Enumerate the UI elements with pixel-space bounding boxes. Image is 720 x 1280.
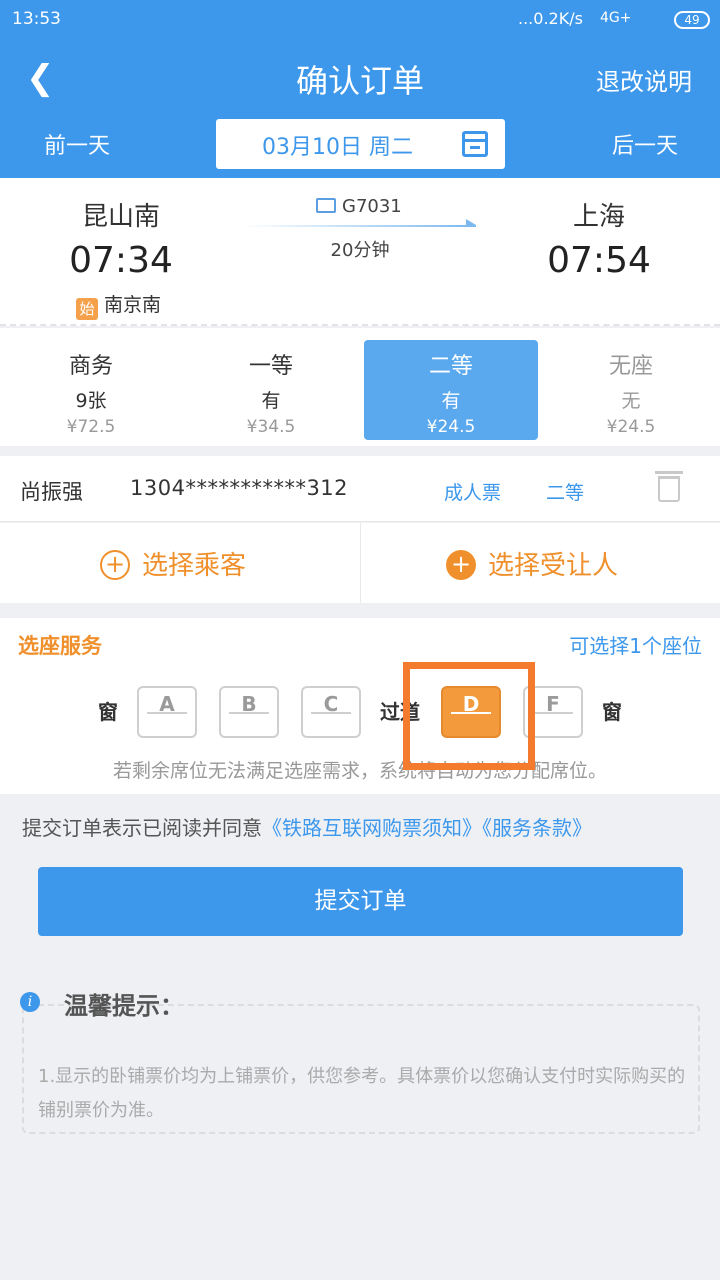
- origin-badge: 始: [76, 298, 98, 320]
- ticket-type-selector[interactable]: 成人票: [444, 478, 501, 505]
- tips-title: 温馨提示：: [64, 992, 184, 1020]
- from-station: 昆山南: [81, 202, 160, 232]
- train-info: 昆山南 07:34 始南京南 G7031 20分钟 上海 07:54: [0, 178, 720, 326]
- seat-class-standing[interactable]: 无座 无 ¥24.5: [544, 340, 718, 440]
- seat-b[interactable]: B: [219, 686, 279, 738]
- agreement-prefix: 提交订单表示已阅读并同意: [22, 816, 262, 840]
- arrival-time: 07:54: [547, 240, 651, 281]
- info-icon: i: [20, 992, 40, 1012]
- status-time: 13:53: [12, 9, 61, 29]
- calendar-icon: [462, 131, 488, 157]
- seat-letter: C: [323, 692, 339, 716]
- plus-circle-icon: +: [100, 550, 130, 580]
- terms-link[interactable]: 《服务条款》: [482, 816, 592, 840]
- duration: 20分钟: [330, 240, 390, 261]
- trash-icon[interactable]: [655, 471, 683, 502]
- seat-class-count: 有: [441, 390, 461, 412]
- seat-class-count: 有: [261, 390, 281, 412]
- status-bar: 13:53 ...0.2K/s 4G+ 49: [0, 0, 720, 40]
- route-arrow: [244, 219, 476, 227]
- origin-info: 始南京南: [76, 290, 161, 320]
- submit-order-button[interactable]: 提交订单: [38, 867, 683, 936]
- seat-class-name: 二等: [428, 354, 473, 379]
- seat-class-count: 9张: [75, 390, 107, 412]
- plus-filled-icon: +: [446, 550, 476, 580]
- passenger-row: 尚振强 1304***********312 成人票 二等: [0, 456, 720, 522]
- id-card-icon: [316, 198, 336, 213]
- seat-class-second[interactable]: 二等 有 ¥24.5: [364, 340, 538, 440]
- prev-day-button[interactable]: 前一天: [44, 128, 110, 160]
- seat-letter: A: [159, 692, 175, 716]
- train-number[interactable]: G7031: [316, 196, 402, 217]
- network-speed: ...0.2K/s: [518, 9, 583, 28]
- divider: [360, 523, 361, 603]
- passenger-name: 尚振强: [20, 480, 83, 504]
- seat-service-title: 选座服务: [18, 634, 102, 658]
- tips-box: 1.显示的卧铺票价均为上铺票价，供您参考。具体票价以您确认支付时实际购买的铺别票…: [22, 1004, 700, 1134]
- header: 13:53 ...0.2K/s 4G+ 49 ❮ 确认订单 退改说明 前一天 0…: [0, 0, 720, 178]
- window-right-label: 窗: [602, 700, 622, 724]
- window-left-label: 窗: [98, 700, 118, 724]
- tips-text: 1.显示的卧铺票价均为上铺票价，供您参考。具体票价以您确认支付时实际购买的铺别票…: [38, 1066, 686, 1121]
- date-text: 03月10日 周二: [262, 135, 413, 160]
- seat-letter: F: [546, 692, 560, 716]
- next-day-button[interactable]: 后一天: [612, 128, 678, 160]
- passenger-id: 1304***********312: [130, 476, 349, 500]
- agreement-text: 提交订单表示已阅读并同意《铁路互联网购票须知》《服务条款》: [22, 812, 592, 841]
- refund-rules-link[interactable]: 退改说明: [596, 62, 692, 97]
- signal-icon: 4G+: [600, 10, 632, 26]
- choose-passenger-button[interactable]: + 选择乘客: [100, 545, 246, 582]
- seat-class-price: ¥24.5: [426, 417, 476, 437]
- seat-availability: 可选择1个座位: [569, 634, 702, 658]
- seat-service-note: 若剩余席位无法满足选座需求，系统将自动为您分配席位。: [112, 760, 607, 782]
- train-number-text: G7031: [342, 196, 402, 217]
- passenger-seat-class[interactable]: 二等: [546, 478, 584, 505]
- seat-class-price: ¥72.5: [66, 417, 116, 437]
- seat-class-name: 一等: [248, 354, 293, 379]
- seat-class-count: 无: [621, 390, 641, 412]
- seat-letter: B: [241, 692, 257, 716]
- seat-c[interactable]: C: [301, 686, 361, 738]
- choose-beneficiary-label: 选择受让人: [488, 551, 619, 581]
- purchase-notice-link[interactable]: 《铁路互联网购票须知》: [262, 816, 482, 840]
- choose-passenger-label: 选择乘客: [142, 551, 247, 581]
- highlight-box: [403, 662, 535, 770]
- seat-class-first[interactable]: 一等 有 ¥34.5: [184, 340, 358, 440]
- seat-a[interactable]: A: [137, 686, 197, 738]
- departure-time: 07:34: [69, 240, 173, 281]
- date-selector[interactable]: 03月10日 周二: [216, 119, 505, 169]
- to-station: 上海: [572, 202, 625, 232]
- seat-class-name: 商务: [68, 354, 113, 379]
- seat-selection-service: 选座服务 可选择1个座位 窗 A B C 过道 D F 窗 若剩余席位无法满足选…: [0, 618, 720, 794]
- seat-class-tabs: 商务 9张 ¥72.5 一等 有 ¥34.5 二等 有 ¥24.5 无座 无 ¥…: [0, 328, 720, 446]
- seat-class-business[interactable]: 商务 9张 ¥72.5: [4, 340, 178, 440]
- seat-class-name: 无座: [608, 354, 653, 379]
- choose-row: + 选择乘客 + 选择受让人: [0, 523, 720, 603]
- battery-icon: 49: [674, 11, 710, 29]
- seat-class-price: ¥24.5: [606, 417, 656, 437]
- origin-station: 南京南: [104, 294, 162, 316]
- choose-beneficiary-button[interactable]: + 选择受让人: [446, 545, 618, 582]
- seat-class-price: ¥34.5: [246, 417, 296, 437]
